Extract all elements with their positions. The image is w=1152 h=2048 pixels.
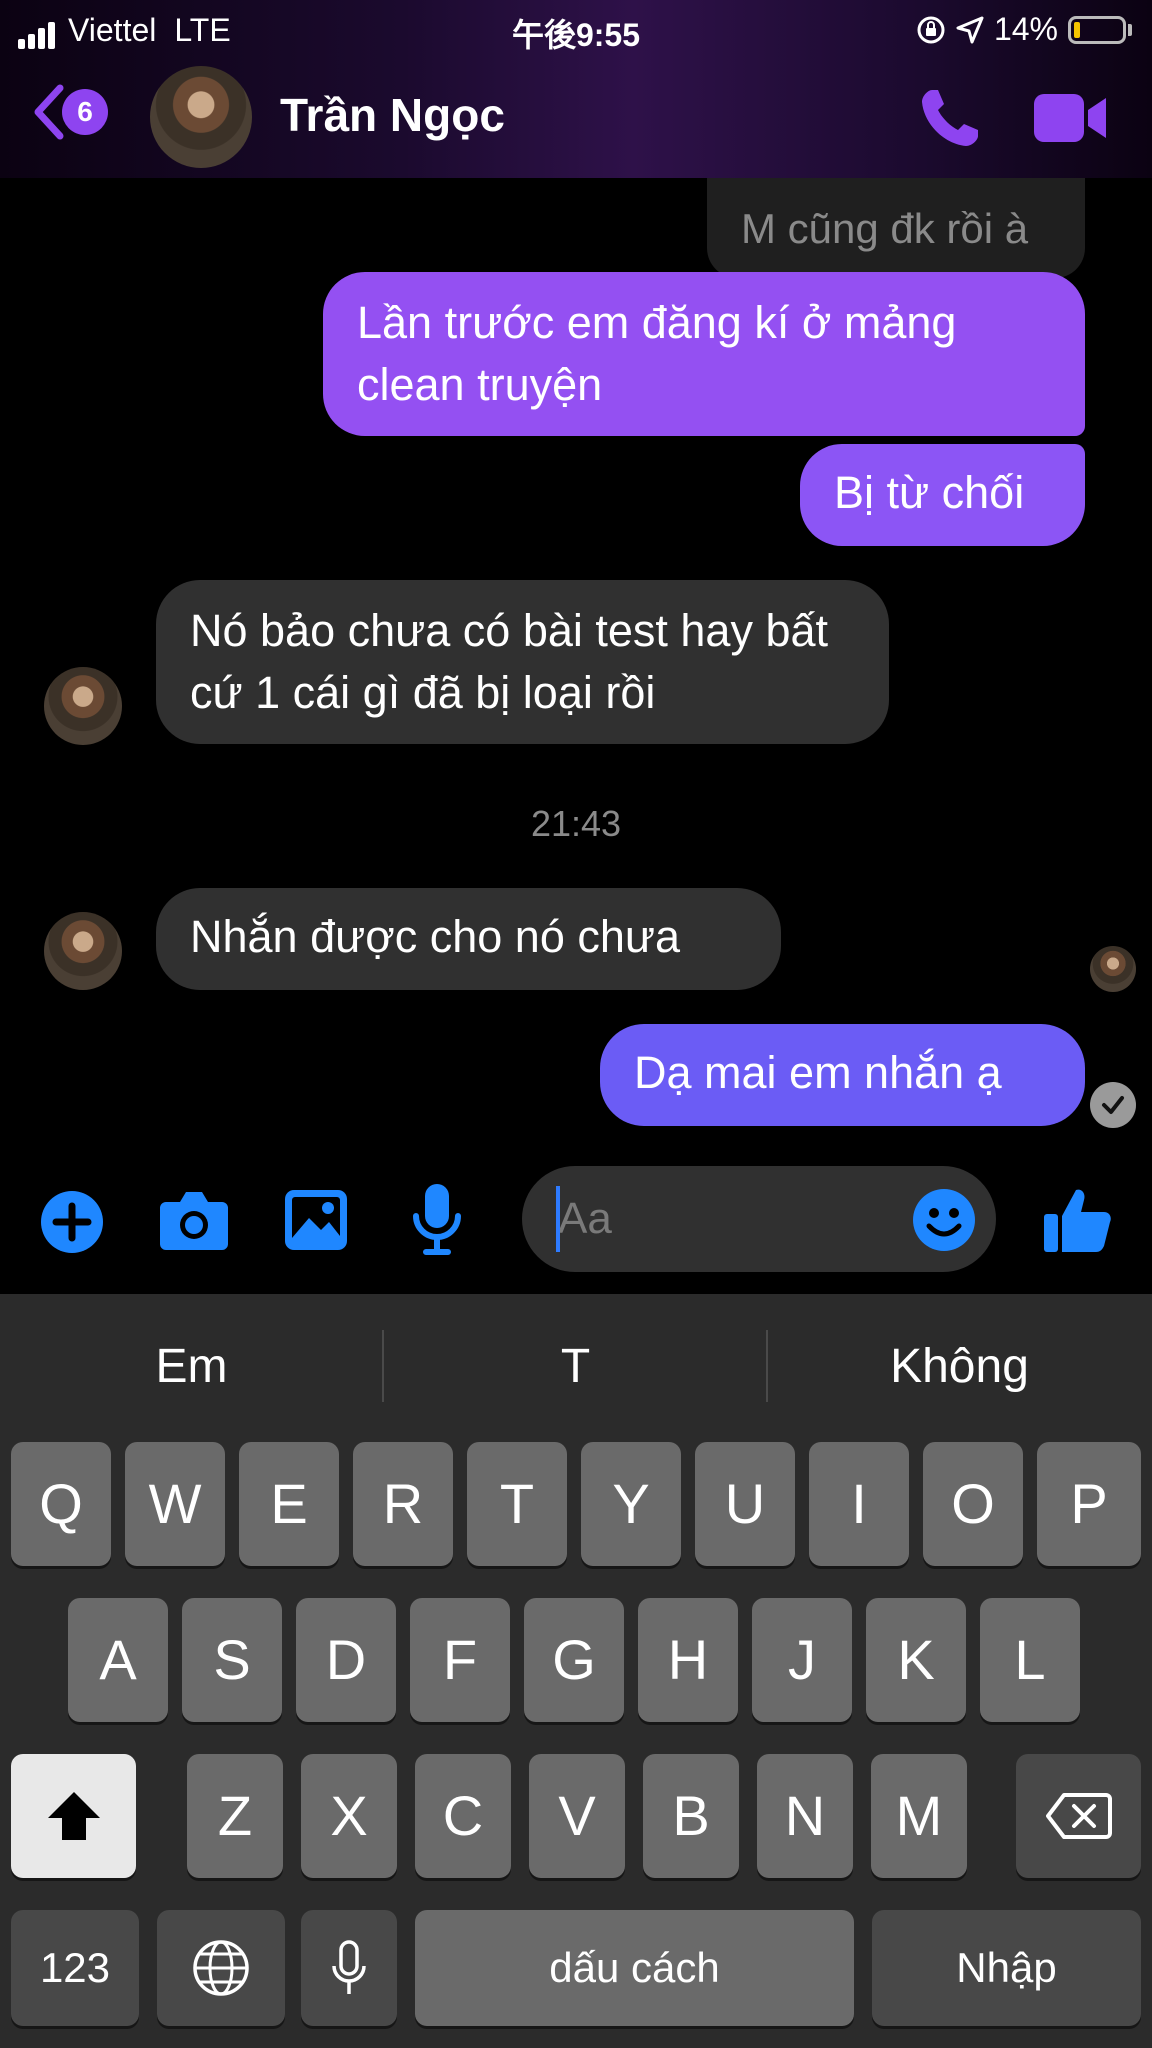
key[interactable]: A — [68, 1598, 168, 1722]
dictation-key[interactable] — [301, 1910, 397, 2026]
back-button[interactable]: 6 — [30, 84, 108, 140]
message-bubble-outgoing[interactable]: Dạ mai em nhắn ạ — [600, 1024, 1085, 1126]
video-camera-icon — [1034, 94, 1106, 142]
key[interactable]: F — [410, 1598, 510, 1722]
shift-key[interactable] — [11, 1754, 136, 1878]
key[interactable]: K — [866, 1598, 966, 1722]
numbers-key[interactable]: 123 — [11, 1910, 139, 2026]
message-bubble-outgoing[interactable]: Bị từ chối — [800, 444, 1085, 546]
back-chevron-icon — [34, 84, 64, 140]
thumbs-up-icon — [1044, 1189, 1111, 1252]
battery-icon — [1068, 15, 1126, 44]
message-bubble-incoming[interactable]: Nó bảo chưa có bài test hay bất cứ 1 cái… — [156, 580, 889, 744]
key[interactable]: W — [125, 1442, 225, 1566]
key[interactable]: Q — [11, 1442, 111, 1566]
rotation-lock-icon — [917, 16, 945, 43]
gallery-button[interactable] — [285, 1190, 347, 1255]
message-bubble-outgoing[interactable]: M cũng đk rồi à — [707, 178, 1085, 278]
video-call-button[interactable] — [1034, 94, 1108, 147]
key[interactable]: H — [638, 1598, 738, 1722]
key[interactable]: R — [353, 1442, 453, 1566]
globe-key[interactable] — [157, 1910, 285, 2026]
emoji-button[interactable] — [912, 1188, 976, 1257]
globe-icon — [193, 1940, 249, 1996]
suggestion-item[interactable]: Không — [768, 1320, 1151, 1414]
contact-avatar[interactable] — [150, 66, 252, 168]
check-icon — [1102, 1096, 1124, 1114]
phone-icon — [922, 90, 978, 146]
like-button[interactable] — [1044, 1186, 1112, 1259]
backspace-icon — [1045, 1793, 1112, 1839]
sender-avatar[interactable] — [44, 912, 122, 990]
key[interactable]: U — [695, 1442, 795, 1566]
location-arrow-icon — [956, 16, 984, 43]
key[interactable]: Y — [581, 1442, 681, 1566]
key[interactable]: E — [239, 1442, 339, 1566]
message-bubble-outgoing[interactable]: Lần trước em đăng kí ở mảng clean truyện — [323, 272, 1085, 436]
key[interactable]: Z — [187, 1754, 283, 1878]
camera-icon — [160, 1192, 228, 1250]
sent-status — [1090, 1082, 1136, 1128]
key[interactable]: C — [415, 1754, 511, 1878]
suggestion-item[interactable]: T — [384, 1320, 767, 1414]
call-button[interactable] — [918, 86, 982, 155]
key[interactable]: J — [752, 1598, 852, 1722]
battery-percent: 14% — [993, 11, 1058, 47]
voice-message-button[interactable] — [412, 1184, 462, 1261]
contact-name[interactable]: Trần Ngọc — [280, 88, 505, 142]
key[interactable]: X — [301, 1754, 397, 1878]
key[interactable]: P — [1037, 1442, 1141, 1566]
photo-icon — [285, 1190, 347, 1250]
key[interactable]: O — [923, 1442, 1023, 1566]
sender-avatar[interactable] — [44, 667, 122, 745]
seen-receipt-avatar — [1090, 946, 1136, 992]
key[interactable]: B — [643, 1754, 739, 1878]
shift-icon — [47, 1792, 100, 1840]
space-key[interactable]: dấu cách — [415, 1910, 854, 2026]
key[interactable]: M — [871, 1754, 967, 1878]
key[interactable]: L — [980, 1598, 1080, 1722]
camera-button[interactable] — [160, 1190, 228, 1255]
emoji-icon — [913, 1189, 975, 1251]
key[interactable]: I — [809, 1442, 909, 1566]
message-timestamp: 21:43 — [530, 803, 622, 844]
status-right: 14% — [916, 11, 1132, 48]
status-bar: Viettel LTE 午後9:55 14% — [0, 0, 1152, 58]
key[interactable]: N — [757, 1754, 853, 1878]
text-caret — [556, 1186, 560, 1252]
backspace-key[interactable] — [1016, 1754, 1141, 1878]
key[interactable]: T — [467, 1442, 567, 1566]
unread-badge: 6 — [62, 89, 108, 135]
microphone-icon — [413, 1184, 461, 1255]
key[interactable]: G — [524, 1598, 624, 1722]
message-bubble-incoming[interactable]: Nhắn được cho nó chưa — [156, 888, 781, 990]
key[interactable]: S — [182, 1598, 282, 1722]
return-key[interactable]: Nhập — [872, 1910, 1141, 2026]
battery-tip — [1128, 23, 1132, 36]
more-actions-button[interactable] — [40, 1190, 104, 1259]
key[interactable]: D — [296, 1598, 396, 1722]
key[interactable]: V — [529, 1754, 625, 1878]
plus-icon — [41, 1191, 103, 1253]
suggestion-item[interactable]: Em — [0, 1320, 383, 1414]
dictation-icon — [332, 1940, 366, 1994]
